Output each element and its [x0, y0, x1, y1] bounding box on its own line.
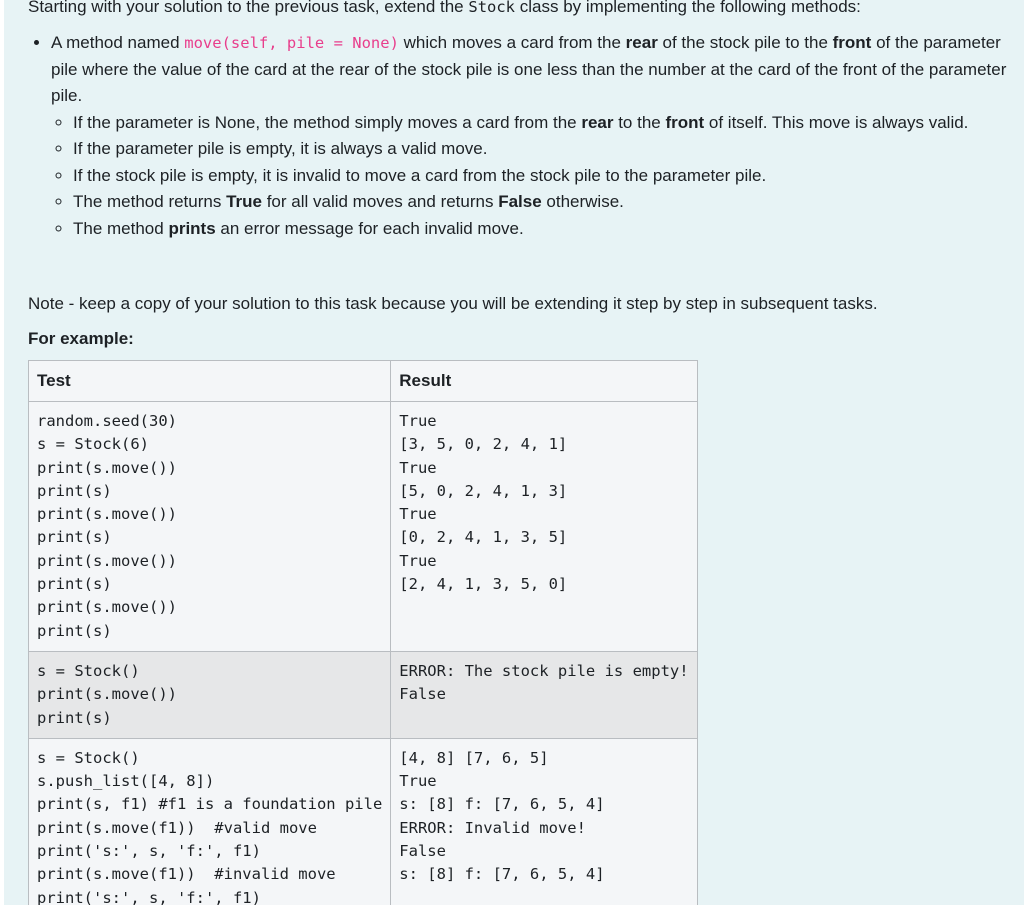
output-line: [3, 5, 0, 2, 4, 1] [399, 435, 568, 454]
table-row: random.seed(30) s = Stock(6) print(s.move(… [27, 401, 698, 652]
method-signature-code: move(self, pile = None) [184, 34, 399, 52]
test-code-cell: s = Stock() print(s.move()) print(s) [27, 650, 392, 739]
output-line: True [399, 412, 437, 430]
code-line: s.push_list([4, 8]) [37, 772, 215, 791]
examples-table: Test Result random.seed(30) s = Stock(6) p… [27, 360, 698, 905]
sub-text: an error message for each invalid move. [215, 218, 524, 238]
code-line: print(s.move()) [37, 505, 177, 524]
code-line: s = Stock() [37, 661, 140, 680]
output-line: True [399, 458, 437, 477]
table-row: s = Stock() s.push_list([4, 8]) print(s, f… [27, 737, 698, 905]
code-line: print(s.move()) [37, 685, 177, 704]
code-line: print(s.move()) [37, 551, 177, 570]
intro-text: Starting with your solution to the previ… [28, 0, 469, 16]
bullet-text: of the stock pile to the [657, 33, 833, 52]
bullet-text: which moves a card from the [398, 33, 626, 52]
output-line: ERROR: The stock pile is empty! [399, 661, 689, 680]
output-line: s: [8] f: [7, 6, 5, 4] [399, 865, 605, 884]
result-output-cell: [4, 8] [7, 6, 5] True s: [8] f: [7, 6, 5, … [390, 737, 698, 905]
output-line: False [399, 842, 446, 861]
code-line: print(s, f1) #f1 is a foundation pile [37, 795, 383, 814]
bold-front: front [665, 112, 705, 132]
bold-rear: rear [581, 112, 614, 132]
bold-true: True [226, 192, 262, 211]
output-line: True [399, 505, 437, 524]
code-line: print('s:', s, 'f:', f1) [37, 888, 261, 905]
code-line: s = Stock() [37, 748, 140, 767]
output-line: s: [8] f: [7, 6, 5, 4] [399, 795, 605, 814]
bold-false: False [498, 192, 542, 211]
class-name-code: Stock [468, 0, 516, 16]
code-line: print(s) [37, 708, 112, 727]
code-line: print(s.move(f1)) #invalid move [37, 865, 336, 884]
code-line: print('s:', s, 'f:', f1) [37, 842, 261, 861]
sub-text: If the stock pile is empty, it is invali… [73, 165, 767, 185]
code-line: print(s.move(f1)) #valid move [37, 818, 317, 837]
test-code-cell: random.seed(30) s = Stock(6) print(s.move(… [27, 401, 392, 652]
intro-paragraph: Starting with your solution to the previ… [28, 0, 861, 20]
list-item: If the parameter pile is empty, it is al… [73, 136, 1011, 163]
code-line: print(s) [37, 481, 112, 500]
list-item-move-method: A method named move(self, pile = None) w… [51, 30, 1011, 242]
bold-front: front [832, 33, 872, 52]
code-line: print(s.move()) [37, 458, 177, 477]
sub-text: to the [613, 112, 666, 132]
result-output-cell: ERROR: The stock pile is empty! False [390, 650, 698, 739]
code-line: print(s) [37, 528, 112, 547]
code-line: s = Stock(6) [37, 435, 149, 454]
output-line: [5, 0, 2, 4, 1, 3] [399, 481, 568, 500]
output-line: False [399, 685, 446, 704]
code-line: print(s) [37, 575, 112, 594]
output-line: [4, 8] [7, 6, 5] [399, 748, 549, 767]
test-code-cell: s = Stock() s.push_list([4, 8]) print(s, f… [27, 737, 392, 905]
header-result: Result [390, 360, 698, 402]
output-line: True [399, 551, 437, 570]
code-line: print(s) [37, 621, 112, 640]
output-line: [2, 4, 1, 3, 5, 0] [399, 575, 568, 594]
table-row: s = Stock() print(s.move()) print(s) ERROR:… [27, 650, 698, 739]
sub-text: If the parameter is None, the method sim… [73, 112, 582, 132]
header-test: Test [27, 360, 392, 402]
note-paragraph: Note - keep a copy of your solution to t… [28, 294, 878, 313]
sub-text: for all valid moves and returns [261, 192, 499, 211]
sub-text: If the parameter pile is empty, it is al… [73, 139, 488, 158]
code-line: print(s.move()) [37, 598, 177, 617]
list-item: If the parameter is None, the method sim… [73, 110, 1011, 137]
sub-text: of itself. This move is always valid. [704, 112, 969, 132]
result-output-cell: True [3, 5, 0, 2, 4, 1] True [5, 0, 2, 4, 1… [390, 401, 698, 652]
bullet-text: A method named [51, 33, 185, 52]
code-line: random.seed(30) [37, 412, 177, 430]
table-header-row: Test Result [27, 360, 698, 402]
output-line: [0, 2, 4, 1, 3, 5] [399, 528, 568, 547]
list-item: If the stock pile is empty, it is invali… [73, 163, 1011, 190]
sub-text: The method [73, 218, 169, 238]
sub-text: The method returns [73, 192, 227, 211]
question-panel: Starting with your solution to the previ… [4, 0, 1024, 905]
output-line: ERROR: Invalid move! [399, 818, 586, 837]
requirements-list: A method named move(self, pile = None) w… [28, 30, 1011, 242]
intro-text-end: class by implementing the following meth… [515, 0, 861, 16]
output-line: True [399, 772, 437, 791]
bold-prints: prints [168, 218, 216, 238]
sub-requirements-list: If the parameter is None, the method sim… [51, 110, 1011, 243]
example-heading: For example: [28, 329, 134, 348]
bold-rear: rear [625, 33, 658, 52]
sub-text: otherwise. [541, 192, 624, 211]
list-item: The method returns True for all valid mo… [73, 189, 1011, 216]
list-item: The method prints an error message for e… [73, 216, 1011, 243]
